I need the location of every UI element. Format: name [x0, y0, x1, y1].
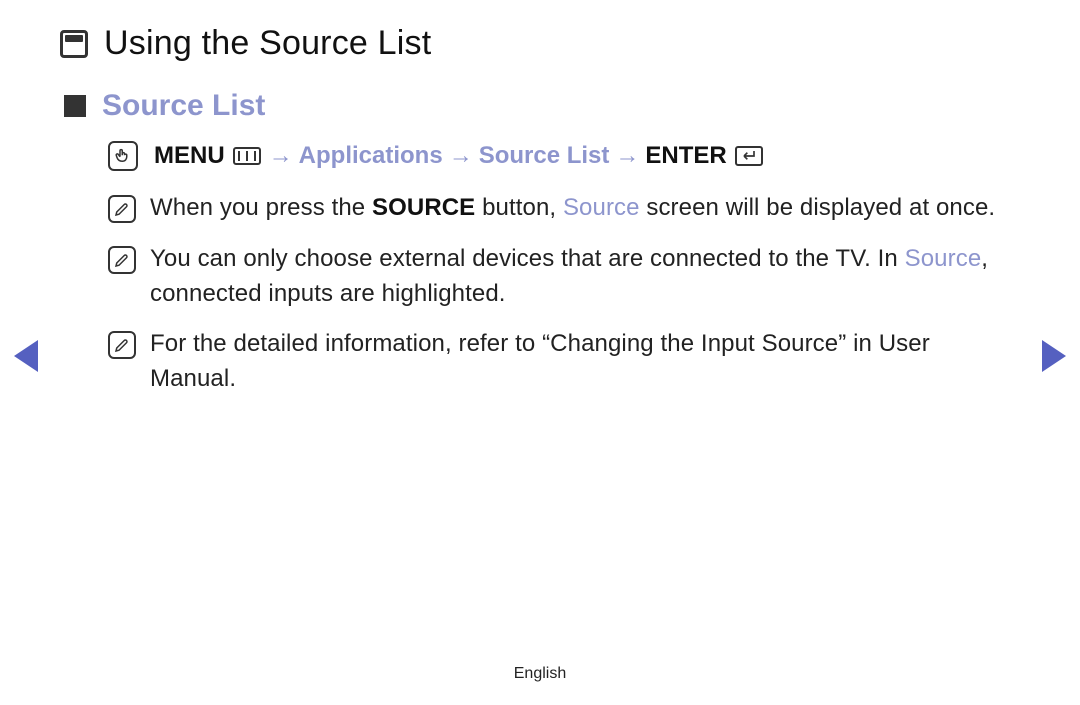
t-blue: Source [563, 194, 640, 221]
path-applications: Applications [299, 142, 443, 170]
note-text: You can only choose external devices tha… [150, 242, 1020, 312]
note-icon [108, 246, 136, 274]
arrow-sep-icon: → [449, 142, 473, 170]
content-body: MENU → Applications → Source List → ENTE… [60, 141, 1020, 397]
page-title-row: Using the Source List [60, 24, 1020, 63]
next-page-arrow-icon[interactable] [1042, 340, 1066, 372]
note-3: For the detailed information, refer to “… [108, 327, 1020, 397]
note-text: When you press the SOURCE button, Source… [150, 191, 1020, 226]
t-blue: Source [905, 245, 982, 272]
note-1: When you press the SOURCE button, Source… [108, 191, 1020, 226]
prev-page-arrow-icon[interactable] [14, 340, 38, 372]
note-icon [108, 331, 136, 359]
arrow-sep-icon: → [615, 142, 639, 170]
t: You can only choose external devices tha… [150, 245, 905, 272]
note-icon [108, 195, 136, 223]
footer-language: English [0, 665, 1080, 683]
section-title: Source List [102, 89, 265, 123]
enter-icon [733, 146, 765, 166]
path-source-list: Source List [479, 142, 610, 170]
note-text: For the detailed information, refer to “… [150, 327, 1020, 397]
t: screen will be displayed at once. [640, 194, 996, 221]
arrow-sep-icon: → [269, 142, 293, 170]
section-bullet-icon [64, 95, 86, 117]
menu-label: MENU [154, 142, 225, 170]
hand-icon [108, 141, 138, 171]
chapter-icon [60, 30, 88, 58]
page-title: Using the Source List [104, 24, 431, 63]
t-bold: SOURCE [372, 194, 475, 221]
note-2: You can only choose external devices tha… [108, 242, 1020, 312]
enter-label: ENTER [645, 142, 726, 170]
t: When you press the [150, 194, 372, 221]
section-title-row: Source List [60, 89, 1020, 123]
t: button, [475, 194, 563, 221]
menu-icon [231, 147, 263, 165]
t: For the detailed information, refer to “… [150, 330, 930, 392]
menu-path: MENU → Applications → Source List → ENTE… [108, 141, 1020, 171]
